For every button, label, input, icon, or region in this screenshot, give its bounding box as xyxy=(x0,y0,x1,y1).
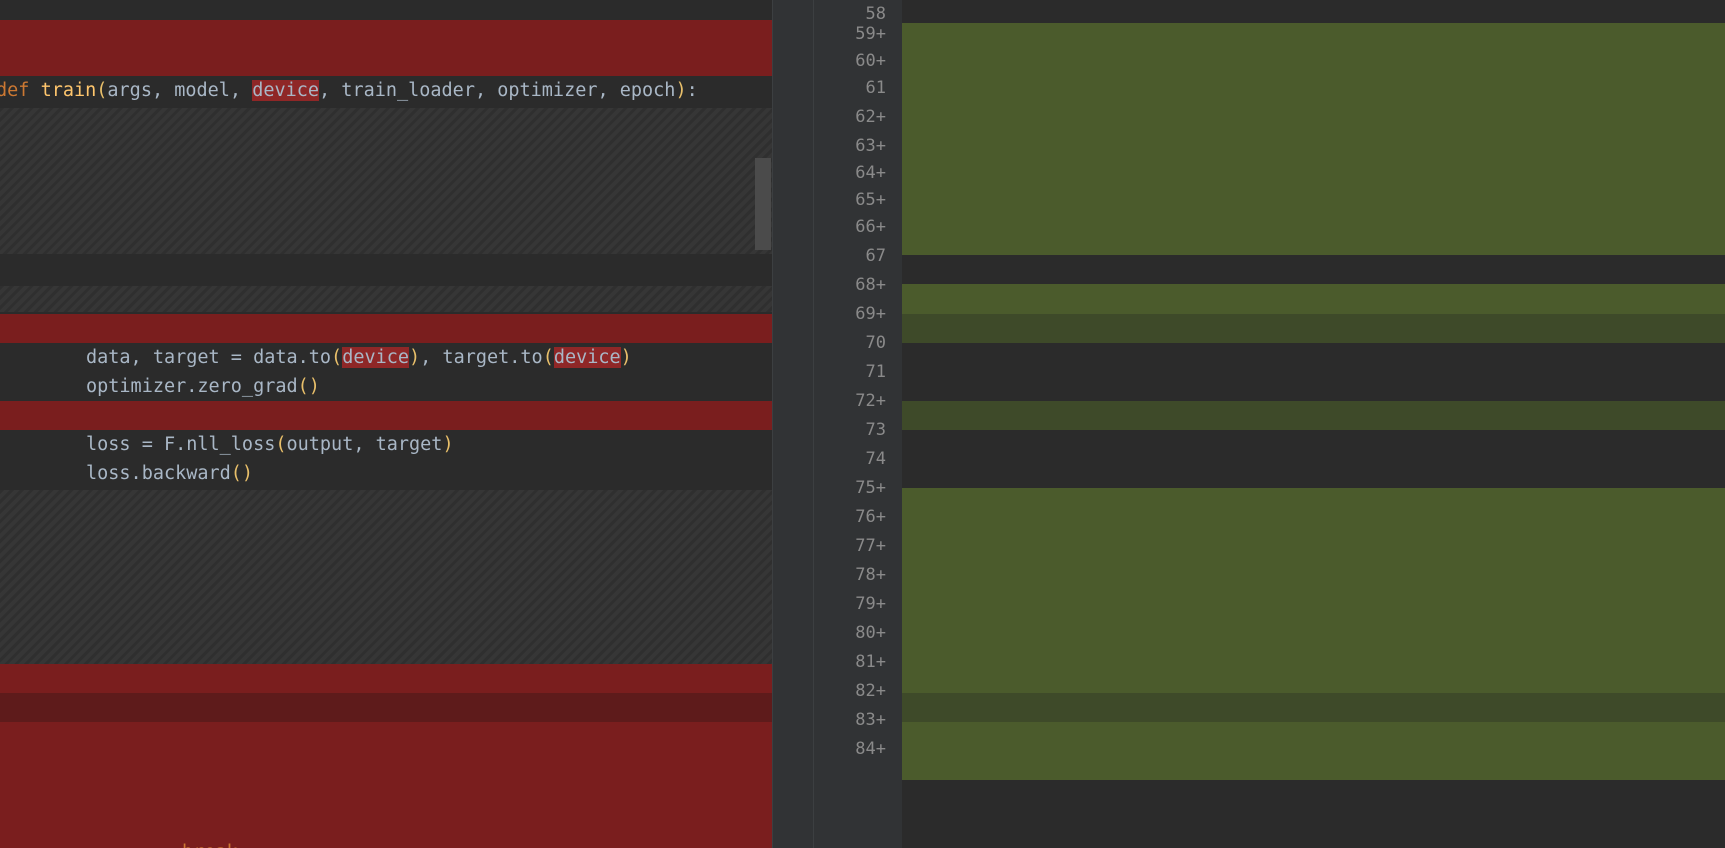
line-number: 77+ xyxy=(855,536,886,556)
left-scrollbar-thumb[interactable] xyxy=(755,158,771,250)
diff-gap-hatch xyxy=(0,108,772,254)
unchanged-line-background xyxy=(902,343,1725,401)
line-number: 70 xyxy=(865,333,886,353)
diff-gap-hatch xyxy=(0,286,772,312)
diff-divider[interactable] xyxy=(772,0,814,848)
line-number: 81+ xyxy=(855,652,886,672)
line-number: 60+ xyxy=(855,51,886,71)
line-number: 59+ xyxy=(855,24,886,44)
line-number: 71 xyxy=(865,362,886,382)
code-line[interactable]: loss.backward() xyxy=(0,430,772,484)
added-line-background xyxy=(902,722,1725,780)
line-number: 72+ xyxy=(855,391,886,411)
line-number: 62+ xyxy=(855,107,886,127)
line-number: 69+ xyxy=(855,304,886,324)
line-number: 75+ xyxy=(855,478,886,498)
line-number: 64+ xyxy=(855,163,886,183)
line-number: 63+ xyxy=(855,136,886,156)
line-number: 78+ xyxy=(855,565,886,585)
code-line[interactable]: for batch_idx, (data, target) in enumera… xyxy=(0,255,772,309)
line-number: 61 xyxy=(865,78,886,98)
modified-line-background xyxy=(902,314,1725,343)
code-line[interactable]: optimizer.step() xyxy=(0,459,772,513)
line-number: 73 xyxy=(865,420,886,440)
code-line[interactable]: loss = F.nll_loss(output, target) xyxy=(0,401,772,455)
line-number: 82+ xyxy=(855,681,886,701)
code-line[interactable]: break xyxy=(0,809,772,848)
code-line[interactable]: optimizer.zero_grad() xyxy=(0,343,772,397)
code-line[interactable]: print('Train Epoch: {} [{}/{} ({:.0f}%)]… xyxy=(0,693,772,747)
left-diff-pane[interactable]: def train(args, model, device, train_loa… xyxy=(0,0,772,848)
line-number: 83+ xyxy=(855,710,886,730)
code-line[interactable]: data, target = data.to(device), target.t… xyxy=(0,314,772,368)
right-diff-pane[interactable] xyxy=(902,0,1725,848)
line-number: 79+ xyxy=(855,594,886,614)
code-line[interactable]: if args.dry_run: xyxy=(0,780,772,834)
code-line[interactable]: if batch_idx % args.log_interval == 0: xyxy=(0,664,772,718)
line-number: 67 xyxy=(865,246,886,266)
line-number-gutter: 58 59+ 60+ 61 62+ 63+ 64+ 65+ 66+ 67 68+ 69+ 70 71 72+… xyxy=(814,0,902,848)
unchanged-line-background xyxy=(902,430,1725,488)
line-number: 80+ xyxy=(855,623,886,643)
code-line[interactable]: epoch, batch_idx * len(data), len(train_… xyxy=(0,722,772,776)
code-line[interactable]: 100. * batch_idx / len(train_loader), lo… xyxy=(0,751,772,805)
line-number: 66+ xyxy=(855,217,886,237)
code-line[interactable]: output = model(data) xyxy=(0,372,772,426)
line-number: 76+ xyxy=(855,507,886,527)
line-number: 68+ xyxy=(855,275,886,295)
code-line[interactable]: def train(args, model, device, train_loa… xyxy=(0,47,772,101)
modified-line-background xyxy=(902,401,1725,430)
line-number: 84+ xyxy=(855,739,886,759)
code-line[interactable]: model.train() xyxy=(0,74,772,128)
deleted-line-background xyxy=(0,20,772,49)
added-line-background xyxy=(902,664,1725,693)
diff-gap-hatch xyxy=(0,490,772,664)
line-number: 74 xyxy=(865,449,886,469)
unchanged-line-background xyxy=(902,255,1725,284)
line-number: 65+ xyxy=(855,190,886,210)
modified-line-background xyxy=(902,693,1725,722)
